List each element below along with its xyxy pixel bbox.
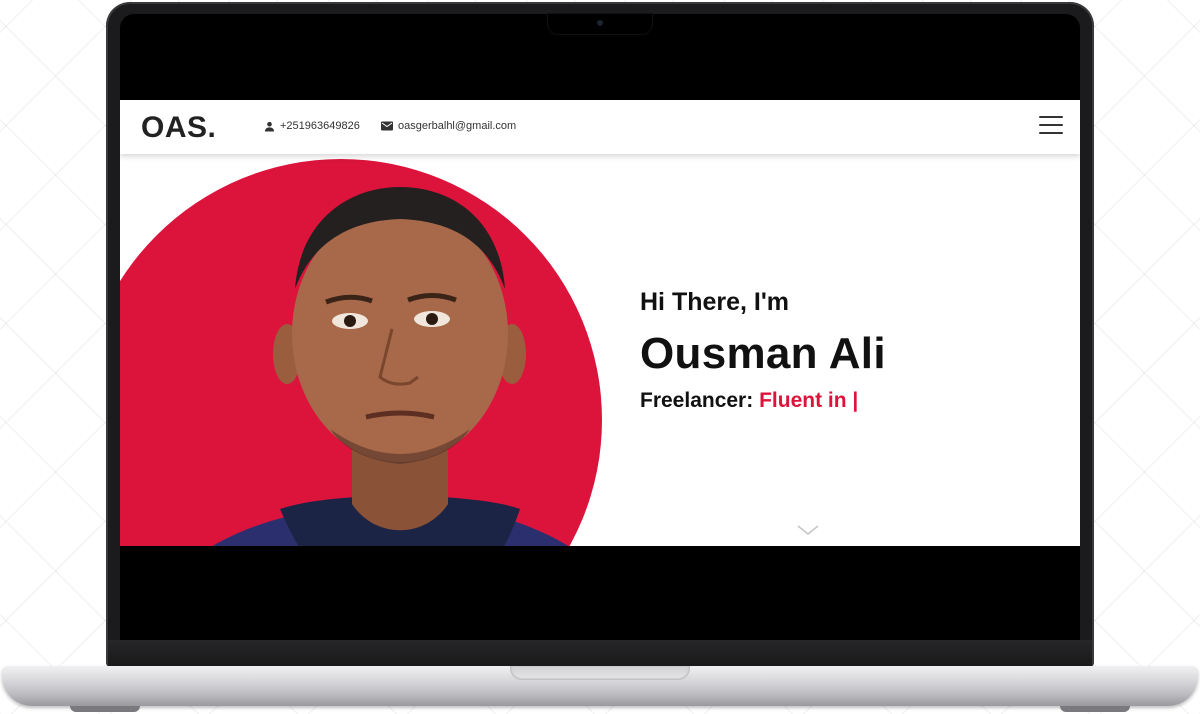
hero-name: Ousman Ali bbox=[640, 329, 886, 378]
laptop-foot-right bbox=[1060, 706, 1130, 712]
phone-number: +251963649826 bbox=[280, 120, 360, 132]
laptop-hinge bbox=[108, 640, 1092, 666]
mail-icon bbox=[381, 121, 393, 131]
email-contact[interactable]: oasgerbalhl@gmail.com bbox=[381, 120, 516, 132]
site-logo[interactable]: OAS. bbox=[141, 111, 216, 145]
hero-greeting: Hi There, I'm bbox=[640, 288, 790, 316]
role-typed-text: Fluent in | bbox=[759, 389, 859, 412]
menu-bar bbox=[1039, 124, 1063, 126]
hero-role: Freelancer: Fluent in | bbox=[640, 389, 886, 413]
hero-text-block: Hi There, I'm Ousman Ali Freelancer: Flu… bbox=[640, 288, 886, 413]
menu-bar bbox=[1039, 116, 1063, 118]
profile-photo bbox=[212, 187, 569, 546]
role-prefix: Freelancer: bbox=[640, 389, 754, 412]
laptop-opening-notch bbox=[510, 666, 690, 680]
webcam-icon bbox=[597, 20, 603, 26]
email-address: oasgerbalhl@gmail.com bbox=[398, 120, 517, 132]
navbar: OAS. +251963649826 oasgerbalhl@gmail.com bbox=[120, 100, 1080, 154]
hero-profile-circle bbox=[120, 159, 602, 546]
chevron-down-icon[interactable] bbox=[796, 524, 820, 536]
laptop-foot-left bbox=[70, 706, 140, 712]
hamburger-menu-icon[interactable] bbox=[1039, 115, 1063, 135]
phone-contact[interactable]: +251963649826 bbox=[264, 120, 360, 132]
person-icon bbox=[264, 121, 275, 132]
menu-bar bbox=[1039, 132, 1063, 134]
website-screen: OAS. +251963649826 oasgerbalhl@gmail.com bbox=[120, 100, 1080, 546]
